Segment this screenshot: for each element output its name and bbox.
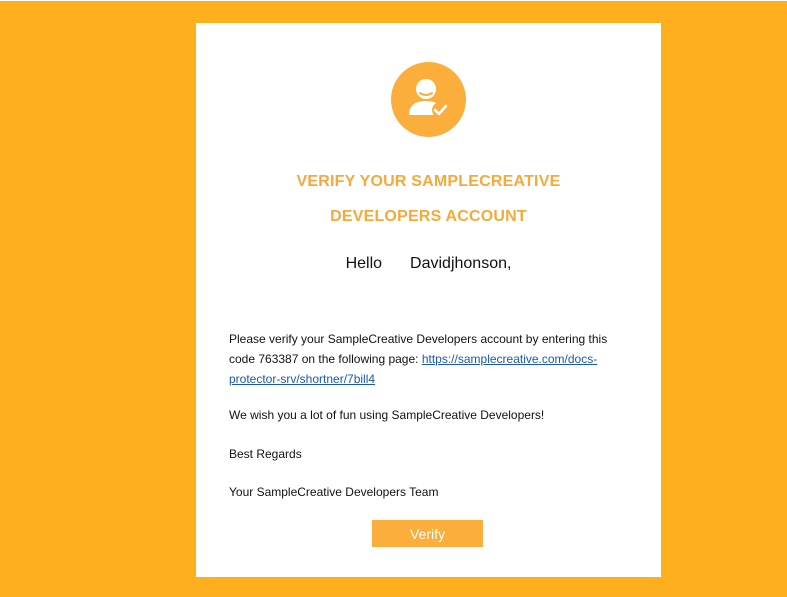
title-line-2: DEVELOPERS ACCOUNT [330, 208, 527, 225]
top-border [0, 0, 787, 1]
greeting: Hello Davidjhonson, [196, 255, 661, 273]
signature-text: Your SampleCreative Developers Team [229, 485, 439, 499]
verified-user-icon [391, 62, 466, 137]
greeting-hello: Hello [345, 255, 383, 272]
fun-message: We wish you a lot of fun using SampleCre… [229, 408, 545, 422]
verify-button[interactable]: Verify [372, 520, 483, 547]
greeting-name: Davidjhonson, [410, 255, 512, 272]
regards-text: Best Regards [229, 447, 302, 461]
verification-message: Please verify your SampleCreative Develo… [229, 329, 619, 389]
title-line-1: VERIFY YOUR SAMPLECREATIVE [296, 173, 561, 190]
email-card: VERIFY YOUR SAMPLECREATIVE DEVELOPERS AC… [196, 23, 661, 577]
